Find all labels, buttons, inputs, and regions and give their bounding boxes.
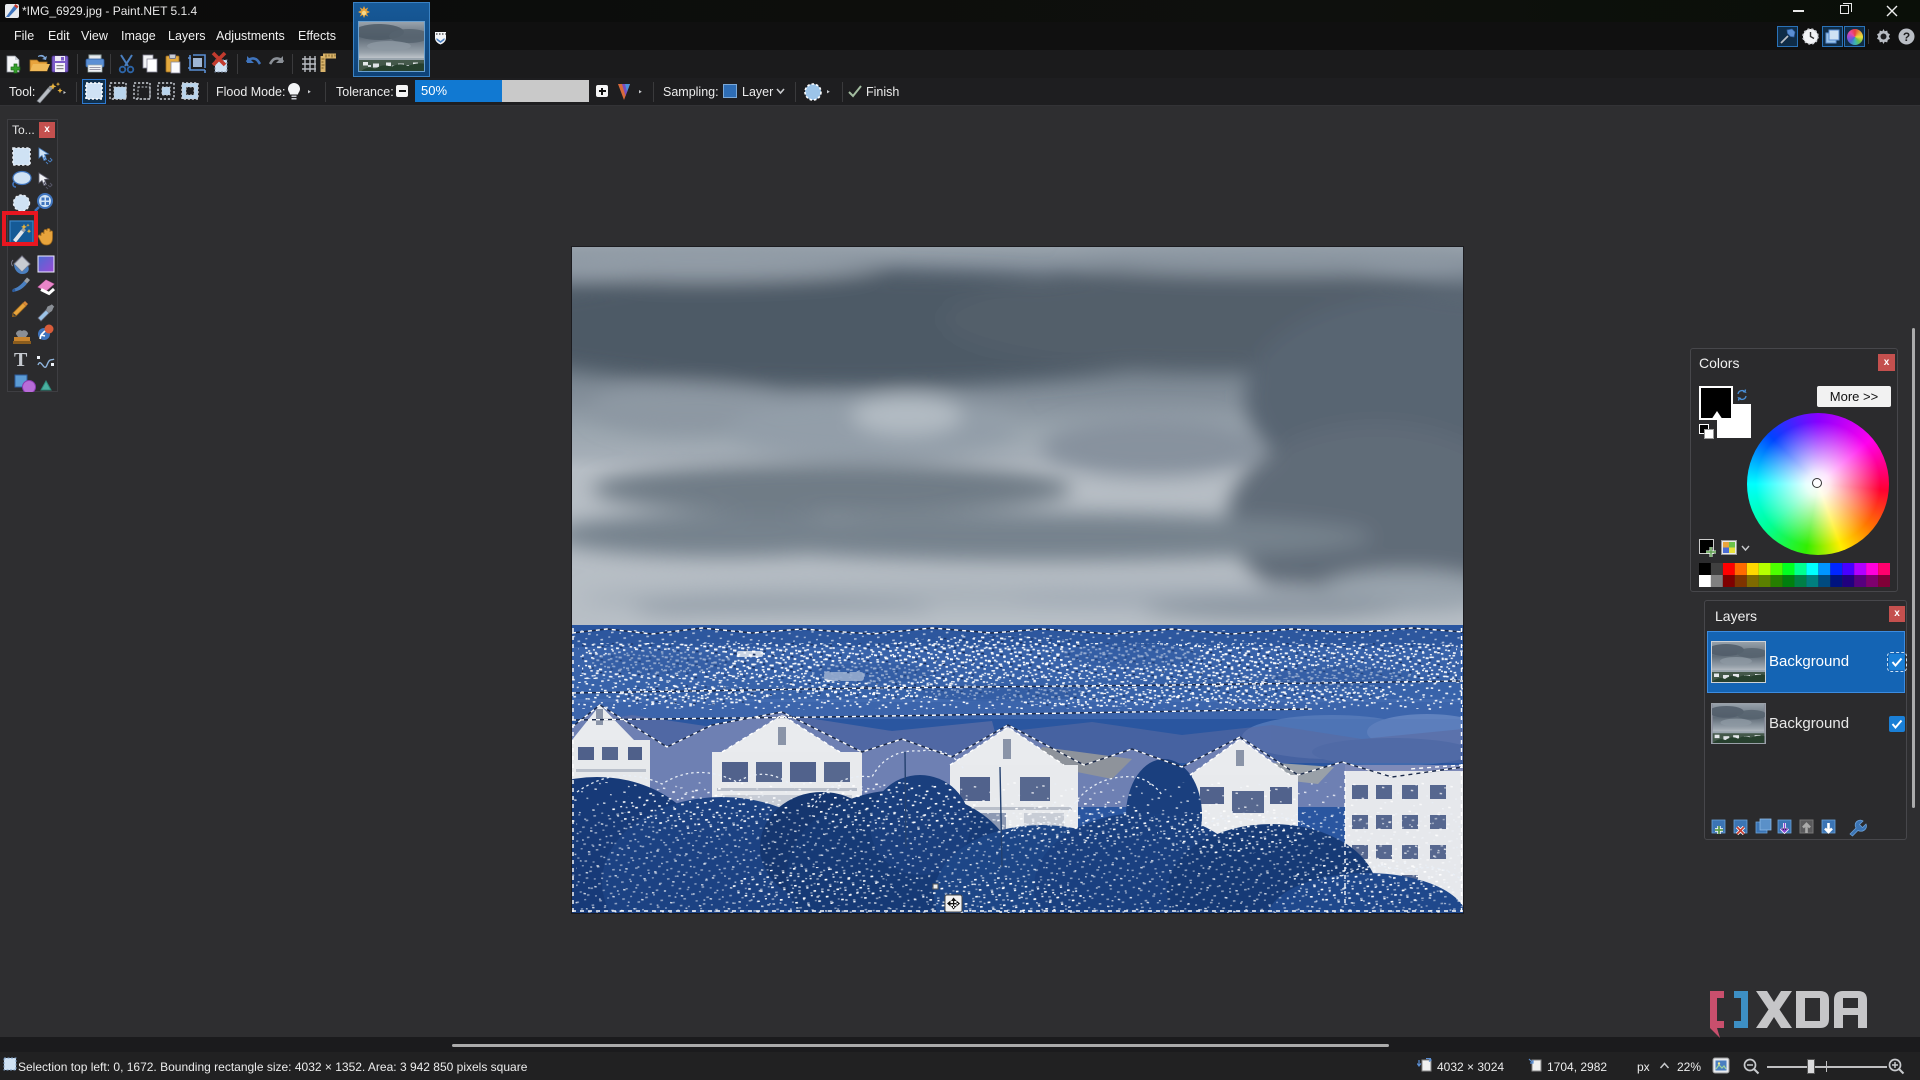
svg-text:T: T (14, 349, 28, 371)
svg-text:?: ? (1903, 30, 1910, 44)
